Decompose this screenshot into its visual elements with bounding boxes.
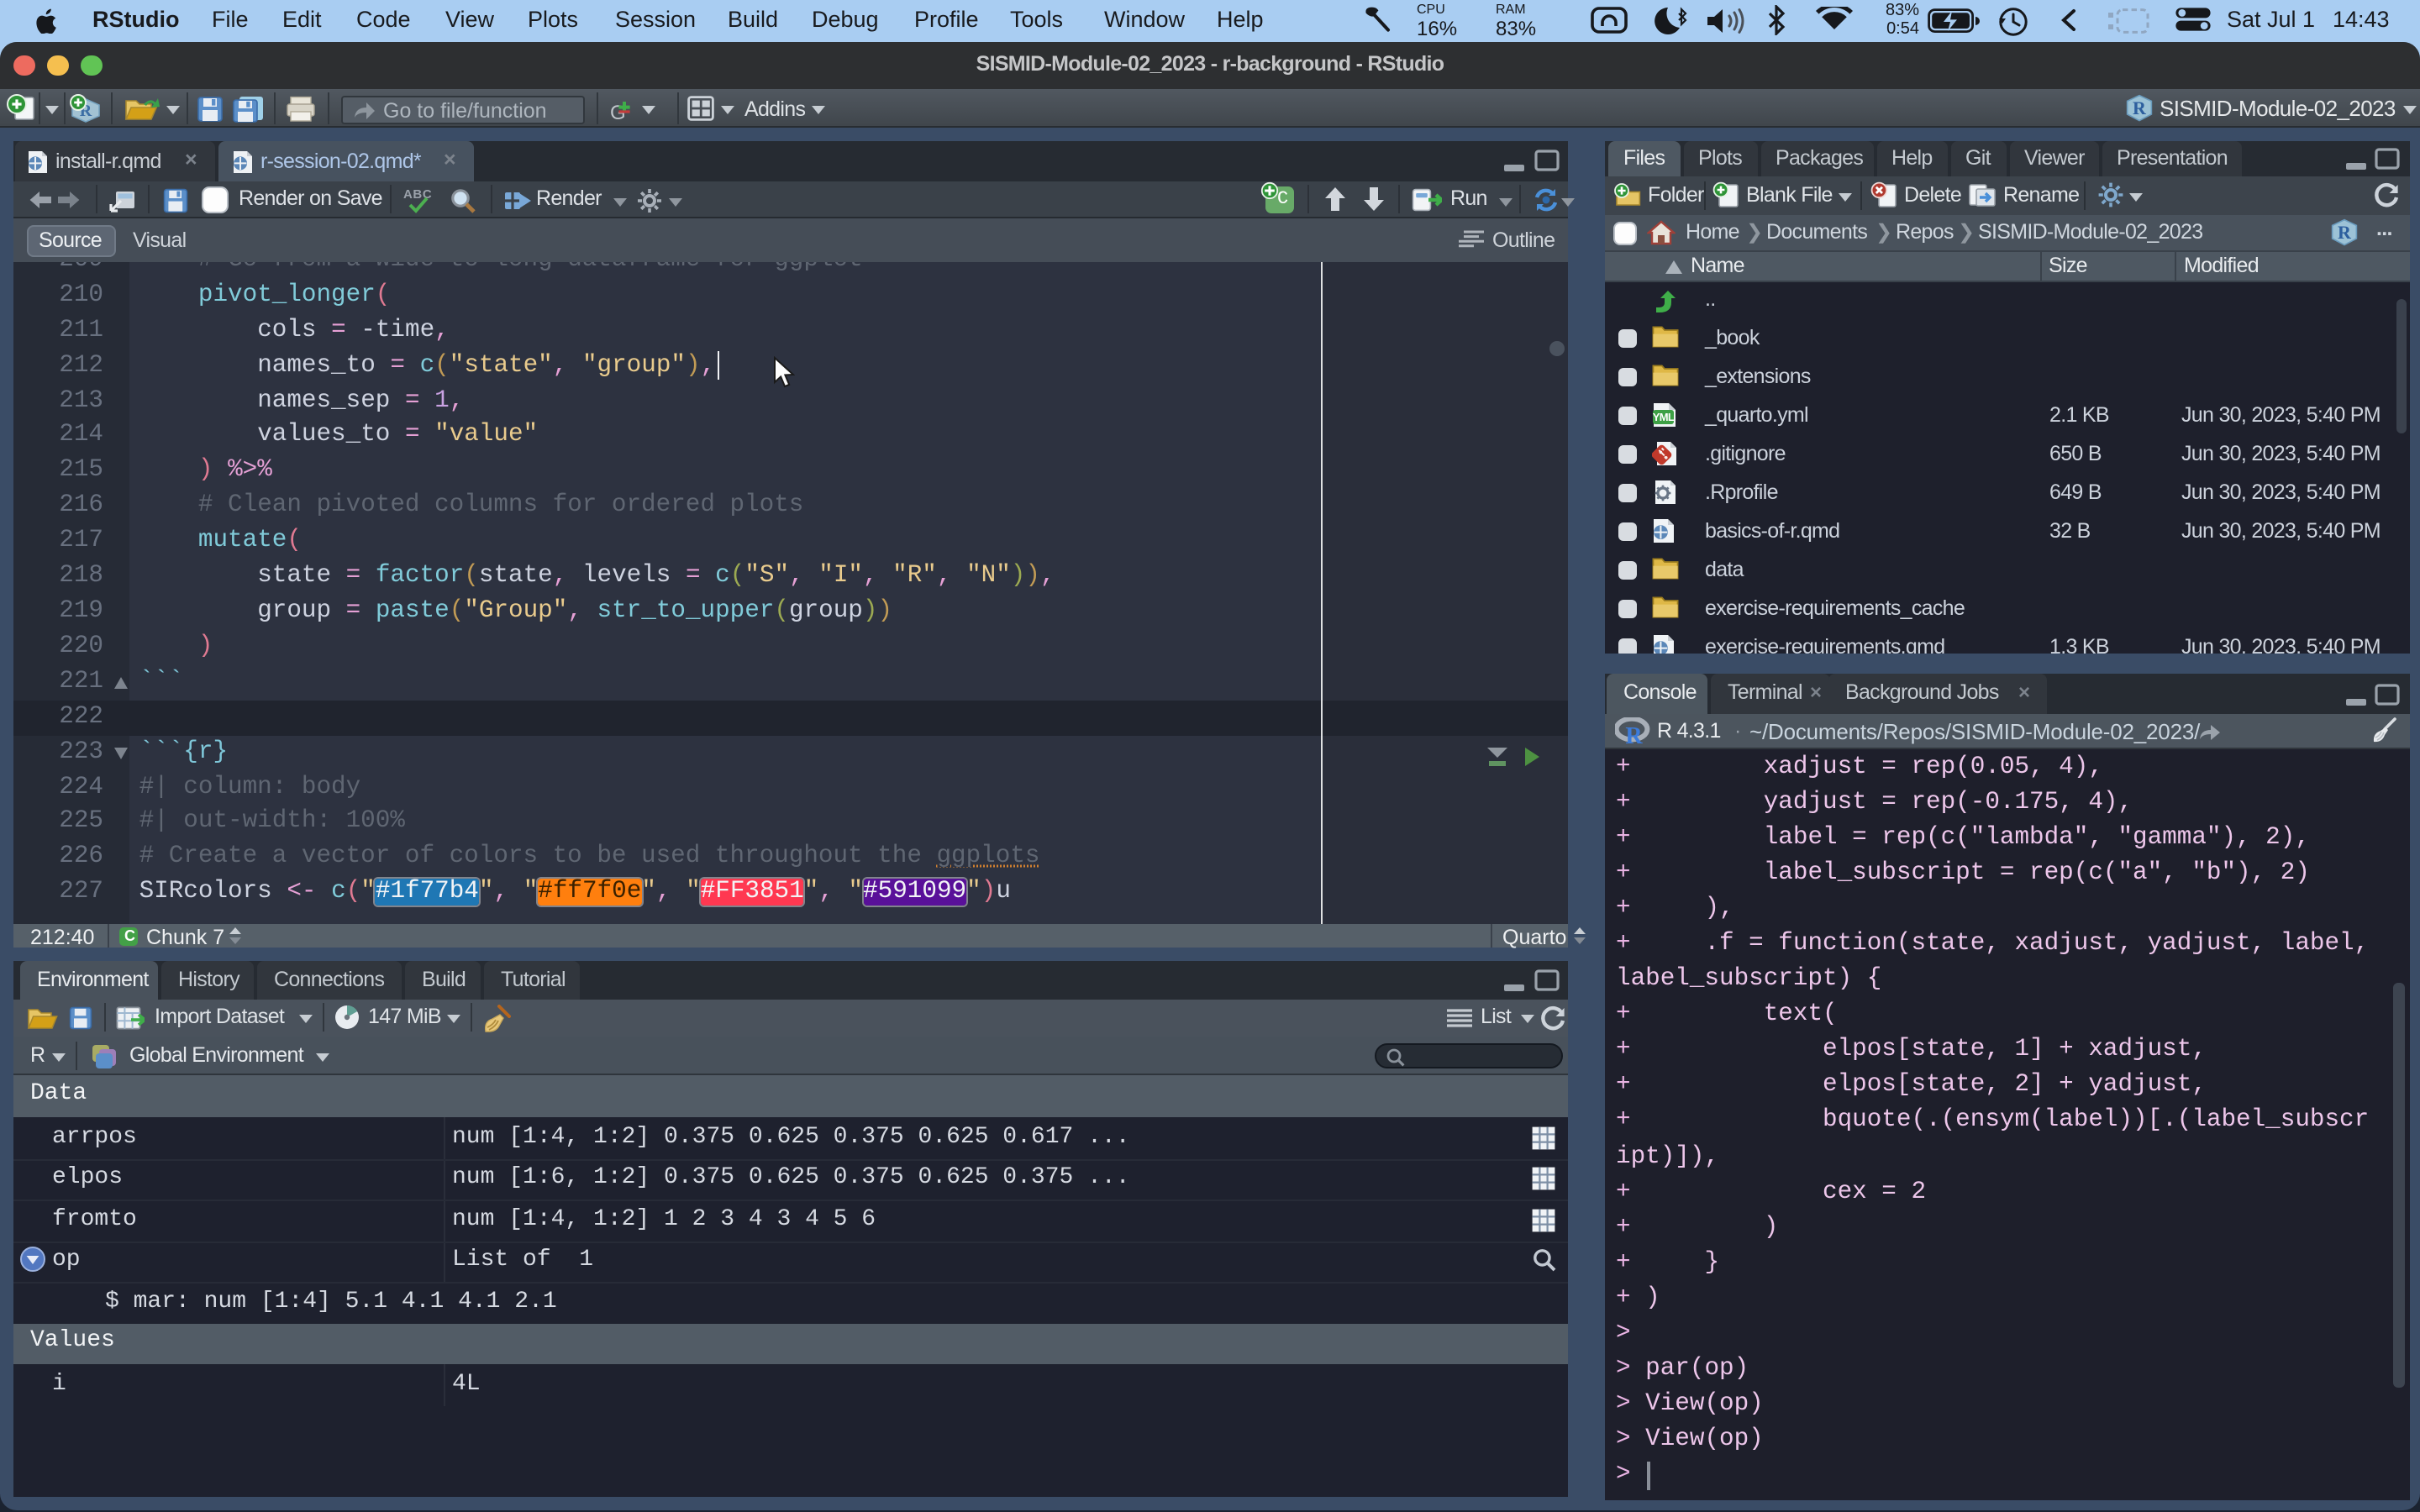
svg-text:YML: YML (1653, 411, 1675, 423)
svg-text:R: R (2133, 97, 2147, 118)
svg-text:R: R (1625, 723, 1643, 746)
svg-text:R: R (2338, 222, 2352, 243)
